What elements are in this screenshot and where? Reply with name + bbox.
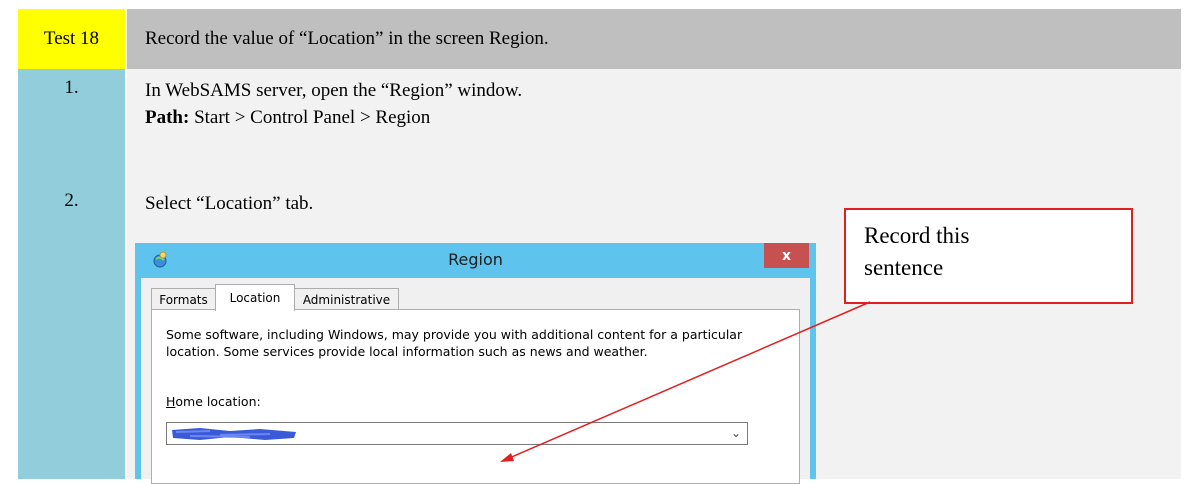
tab-location[interactable]: Location (215, 284, 295, 311)
annotation-arrow (500, 301, 871, 462)
